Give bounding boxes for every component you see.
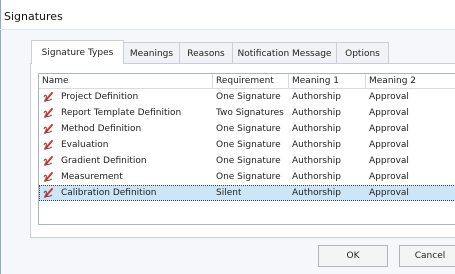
cancel-button[interactable]: Cancel (399, 245, 455, 267)
column-header-requirement[interactable]: Requirement (213, 74, 289, 89)
cell-requirement: One Signature (216, 140, 281, 150)
cell-meaning-2: Approval (369, 140, 409, 150)
cell-name: Project Definition (61, 92, 139, 102)
column-header-meaning-2[interactable]: Meaning 2 (366, 74, 455, 89)
window-title: Signatures (4, 10, 63, 23)
cell-name: Method Definition (61, 124, 142, 134)
cell-meaning-1: Authorship (292, 172, 341, 182)
cell-requirement: One Signature (216, 172, 281, 182)
signature-pen-icon (43, 107, 55, 119)
cell-meaning-1: Authorship (292, 188, 341, 198)
cell-meaning-1: Authorship (292, 108, 341, 118)
tab-reasons[interactable]: Reasons (179, 42, 233, 64)
tab-meanings[interactable]: Meanings (123, 42, 180, 64)
cell-meaning-2: Approval (369, 124, 409, 134)
signature-pen-icon (43, 187, 55, 199)
tab-options[interactable]: Options (336, 42, 389, 64)
signature-pen-icon (43, 155, 55, 167)
signature-pen-icon (43, 91, 55, 103)
cell-meaning-2: Approval (369, 92, 409, 102)
ok-button[interactable]: OK (318, 245, 388, 267)
table-row[interactable]: Evaluation One Signature Authorship Approva… (39, 137, 455, 153)
cell-name: Measurement (61, 172, 123, 182)
cell-meaning-1: Authorship (292, 156, 341, 166)
cell-requirement: Silent (216, 188, 242, 198)
table-row[interactable]: Method Definition One Signature Authorship… (39, 121, 455, 137)
table-row[interactable]: Gradient Definition One Signature Authorsh… (39, 153, 455, 169)
signature-pen-icon (43, 139, 55, 151)
column-header-meaning-1[interactable]: Meaning 1 (289, 74, 366, 89)
signature-types-table[interactable]: Name Requirement Meaning 1 Meaning 2 Pro… (38, 73, 455, 225)
table-row[interactable]: Measurement One Signature Authorship Approv… (39, 169, 455, 185)
cell-meaning-1: Authorship (292, 92, 341, 102)
signature-pen-icon (43, 123, 55, 135)
tab-notification-message[interactable]: Notification Message (232, 42, 337, 64)
cell-requirement: One Signature (216, 92, 281, 102)
cell-meaning-2: Approval (369, 108, 409, 118)
table-row[interactable]: Report Template Definition Two Signatures… (39, 105, 455, 121)
column-header-name[interactable]: Name (39, 74, 213, 89)
cell-name: Gradient Definition (61, 156, 147, 166)
signature-pen-icon (43, 171, 55, 183)
cell-requirement: One Signature (216, 156, 281, 166)
cell-meaning-1: Authorship (292, 140, 341, 150)
cell-meaning-2: Approval (369, 188, 409, 198)
tab-signature-types[interactable]: Signature Types (31, 40, 124, 64)
cell-requirement: One Signature (216, 124, 281, 134)
cell-name: Report Template Definition (61, 108, 182, 118)
cell-requirement: Two Signatures (216, 108, 284, 118)
cell-meaning-2: Approval (369, 156, 409, 166)
table-row[interactable]: Project Definition One Signature Authorshi… (39, 89, 455, 105)
cell-name: Calibration Definition (61, 188, 157, 198)
cell-meaning-2: Approval (369, 172, 409, 182)
table-row[interactable]: Calibration Definition Silent Authorship Ap… (39, 185, 455, 201)
cell-meaning-1: Authorship (292, 124, 341, 134)
cell-name: Evaluation (61, 140, 109, 150)
